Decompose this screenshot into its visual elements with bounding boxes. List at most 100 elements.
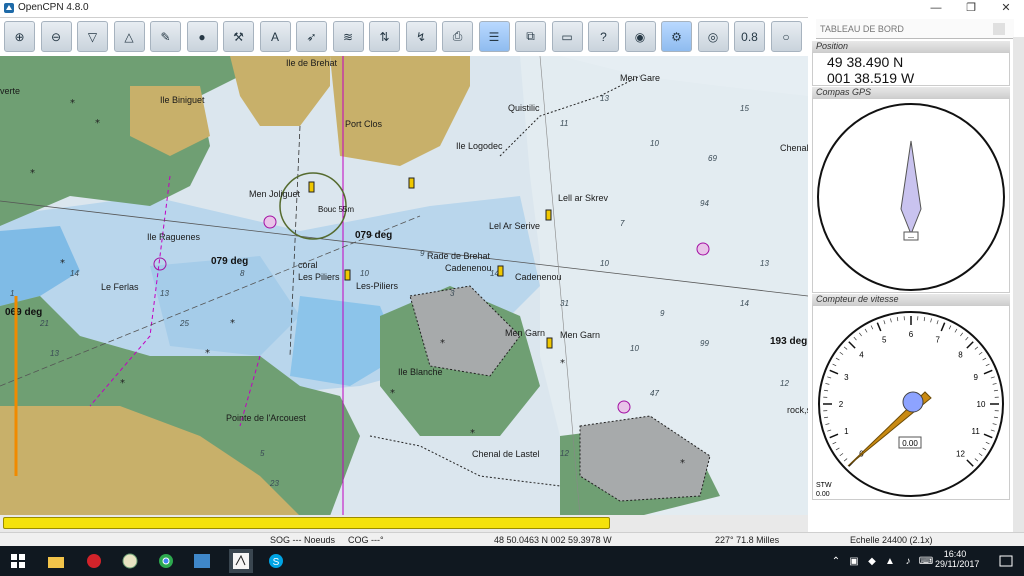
clock[interactable]: 16:40 29/11/2017 [935, 549, 979, 569]
svg-text:10: 10 [650, 139, 659, 148]
print-icon[interactable]: ⎙ [442, 21, 473, 52]
svg-text:13: 13 [600, 94, 609, 103]
file-explorer-icon[interactable] [46, 551, 66, 571]
scale-down-icon[interactable]: ▽ [77, 21, 108, 52]
chevron-up-icon[interactable]: ⌃ [826, 551, 846, 571]
windows-start-icon[interactable] [8, 551, 28, 571]
title-bar: OpenCPN 4.8.0 — ❐ ✕ [0, 0, 1024, 18]
ais-icon[interactable]: ≋ [332, 21, 364, 52]
restore-button[interactable]: ❐ [955, 0, 987, 17]
aiss-icon[interactable]: A [259, 21, 291, 52]
status-position: 48 50.0463 N 002 59.3978 W [494, 535, 612, 545]
svg-text:10: 10 [630, 344, 639, 353]
dashboard-scrollbar[interactable] [1013, 37, 1024, 532]
keyboard-icon[interactable]: ⌨ [916, 551, 936, 571]
overzoom-icon[interactable]: 0.8 [734, 21, 765, 52]
health-app-icon[interactable] [84, 551, 104, 571]
track-icon[interactable]: ➶ [296, 21, 327, 52]
app-icon[interactable] [120, 551, 140, 571]
app-icon[interactable]: ▲ [880, 551, 900, 571]
speed-tick-label: 9 [973, 373, 978, 382]
clock-time: 16:40 [943, 549, 967, 559]
network-icon[interactable]: ▣ [844, 551, 864, 571]
speed-tick-label: 2 [839, 400, 844, 409]
ais-icon-glyph: ≋ [342, 29, 354, 44]
dashboard-icon-glyph: ▭ [561, 29, 573, 44]
dropbox-icon[interactable]: ◆ [862, 551, 882, 571]
bearing-label: 193 deg [770, 336, 807, 347]
place-label: Les Piliers [298, 272, 340, 282]
chart-quilt-icon-glyph: ⧉ [526, 29, 535, 43]
place-label: Cadenenou [445, 263, 492, 273]
speedometer-instrument: 0123456789101112 0.00 STW 0.00 [812, 305, 1010, 500]
place-label: Lell ar Skrev [558, 193, 609, 203]
svg-text:3: 3 [450, 289, 455, 298]
place-label: verte [0, 86, 20, 96]
route-icon[interactable]: ✎ [150, 21, 181, 52]
svg-text:*: * [30, 168, 35, 179]
opencpn-taskbar-icon[interactable] [229, 549, 253, 573]
volume-icon[interactable]: ♪ [898, 551, 918, 571]
tide-icon-glyph: ⇅ [379, 29, 390, 44]
place-label: Les-Piliers [356, 281, 399, 291]
chart-quilt-icon[interactable]: ⧉ [515, 21, 546, 52]
place-label: Men Garn [505, 328, 545, 338]
svg-text:12: 12 [560, 449, 569, 458]
speed-value: 0.00 [902, 439, 918, 448]
progress-bar [0, 515, 808, 532]
status-bar: SOG --- Noeuds COG ---° 48 50.0463 N 002… [0, 532, 1024, 547]
minimize-button[interactable]: — [920, 0, 952, 17]
zoom-out-icon[interactable]: ⊖ [40, 21, 72, 52]
dashboard-icon[interactable]: ▭ [551, 21, 583, 52]
svg-text:*: * [60, 258, 65, 269]
layers-icon-glyph: ◎ [707, 29, 719, 44]
bearing-label: 079 deg [211, 256, 248, 267]
close-button[interactable]: ✕ [990, 0, 1022, 17]
help-icon-glyph: ? [600, 29, 607, 44]
svg-text:31: 31 [560, 299, 569, 308]
bearing-label: 069 deg [5, 307, 42, 318]
overzoom-icon-glyph: 0.8 [741, 29, 758, 44]
lifebuoy-icon[interactable]: ○ [770, 21, 802, 52]
place-label: Ile Biniguet [160, 95, 205, 105]
help-icon[interactable]: ? [588, 21, 619, 52]
svg-text:11: 11 [560, 119, 568, 128]
nautical-chart[interactable]: *** *** *** *** 111315 10697 9410 13 9991… [0, 56, 808, 516]
dashboard-title: TABLEAU DE BORD [816, 19, 1014, 39]
place-label: Rade de Brehat [427, 251, 491, 261]
gallery-icon[interactable] [192, 551, 212, 571]
svg-text:10: 10 [360, 269, 369, 278]
route-manager-icon[interactable]: ☰ [478, 21, 510, 52]
notification-center-icon[interactable] [996, 551, 1016, 571]
svg-text:14: 14 [70, 269, 79, 278]
app-icon [4, 3, 14, 13]
dashboard-close-button[interactable] [993, 23, 1005, 35]
place-label: coral [298, 260, 318, 270]
chart-canvas[interactable]: * * * * * * * * * * * * 11 13 15 10 69 7 94 10 13 9 99 1… [0, 56, 808, 516]
print-icon-glyph: ⎙ [452, 29, 463, 43]
svg-text:12: 12 [780, 379, 789, 388]
grib-icon[interactable]: ◉ [624, 21, 656, 52]
tide-icon[interactable]: ⇅ [369, 21, 400, 52]
speed-tick-label: 1 [844, 427, 849, 436]
settings-icon-glyph: ⚙ [671, 29, 682, 44]
mob-icon[interactable]: ● [186, 21, 218, 52]
svg-text:*: * [70, 98, 75, 109]
scale-up-icon-glyph: △ [124, 29, 134, 44]
lifebuoy-icon-glyph: ○ [782, 29, 790, 44]
place-label: Quistilic [508, 103, 540, 113]
speed-tick-label: 11 [972, 427, 981, 436]
layers-icon[interactable]: ◎ [697, 21, 729, 52]
tools-icon[interactable]: ⚒ [223, 21, 254, 52]
svg-text:10: 10 [600, 259, 609, 268]
scale-up-icon[interactable]: △ [113, 21, 145, 52]
zoom-out-icon-glyph: ⊖ [50, 29, 62, 44]
chrome-icon[interactable] [156, 551, 176, 571]
svg-text:*: * [560, 358, 565, 369]
skype-icon[interactable]: S [266, 551, 286, 571]
speed-tick-label: 12 [956, 449, 965, 458]
current-icon[interactable]: ↯ [405, 21, 437, 52]
zoom-in-icon[interactable]: ⊕ [4, 21, 35, 52]
settings-icon[interactable]: ⚙ [661, 21, 692, 52]
svg-text:94: 94 [700, 199, 709, 208]
